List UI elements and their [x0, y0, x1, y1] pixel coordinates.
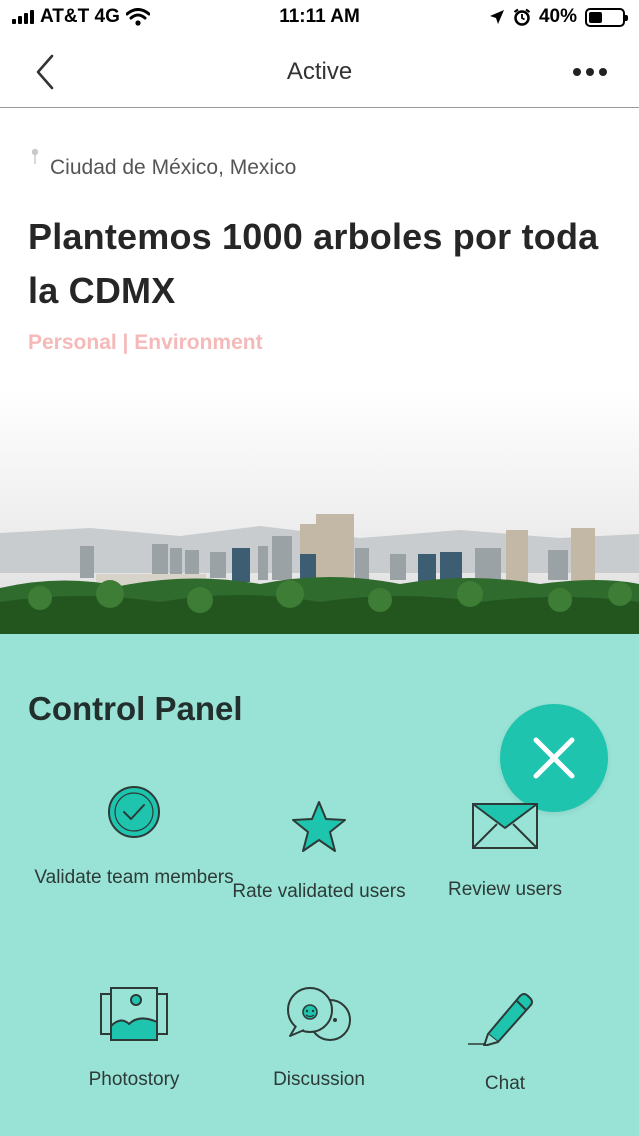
project-cover-photo [0, 388, 639, 634]
battery-icon [585, 7, 628, 27]
nav-bar: Active [0, 36, 639, 108]
check-circle-icon [108, 786, 160, 838]
tile-label: Discussion [273, 1069, 365, 1090]
map-pin-icon [31, 148, 39, 164]
control-panel: Control Panel Validate team members Rate… [0, 634, 639, 1136]
photo-icon [100, 987, 168, 1041]
project-location: Ciudad de México, Mexico [30, 148, 297, 180]
page-title: Active [286, 58, 353, 85]
tile-label: Review users [447, 879, 563, 900]
envelope-icon [472, 803, 538, 849]
pencil-icon [468, 993, 533, 1046]
tile-label: Rate validated users [232, 881, 406, 902]
tile-label: Chat [484, 1073, 526, 1094]
rate-validated-users-button[interactable]: Rate validated users [219, 800, 419, 910]
chat-button[interactable]: Chat [405, 986, 605, 1098]
close-button[interactable] [500, 704, 608, 812]
status-right: 40% [489, 6, 628, 28]
photostory-button[interactable]: Photostory [34, 986, 234, 1098]
review-users-button[interactable]: Review users [405, 802, 605, 912]
ellipsis-dot [586, 68, 594, 76]
tile-label: Validate team members [34, 867, 234, 888]
star-icon [292, 801, 346, 852]
location-label: Ciudad de México, Mexico [50, 156, 297, 179]
location-arrow-icon [489, 10, 504, 24]
chat-bubbles-icon [287, 987, 351, 1041]
more-options-button[interactable] [573, 64, 613, 80]
control-panel-title: Control Panel [28, 690, 243, 727]
ellipsis-dot [599, 68, 607, 76]
project-title: Plantemos 1000 arboles por toda la CDMX [28, 216, 599, 311]
project-tags[interactable]: Personal | Environment [28, 331, 263, 355]
battery-percent: 40% [538, 6, 577, 27]
validate-team-members-button[interactable]: Validate team members [34, 784, 234, 924]
tile-label: Photostory [88, 1069, 180, 1090]
alarm-icon [513, 8, 531, 26]
close-icon [533, 737, 575, 779]
ellipsis-icon [573, 68, 581, 76]
status-bar: AT&T 4G 11:11 AM 40% [0, 0, 639, 36]
discussion-button[interactable]: Discussion [219, 986, 419, 1098]
